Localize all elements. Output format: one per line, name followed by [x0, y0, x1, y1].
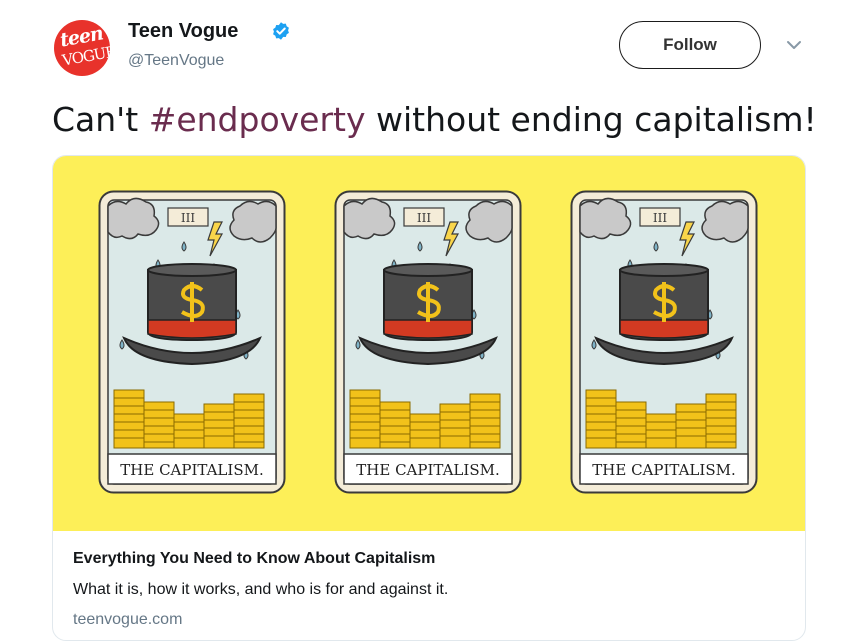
tweet-text-before: Can't	[52, 100, 149, 139]
tweet-text-after: without ending capitalism!	[365, 100, 817, 139]
hashtag-link[interactable]: #endpoverty	[149, 100, 366, 139]
card-domain[interactable]: teenvogue.com	[73, 611, 182, 629]
tarot-numeral: III	[653, 211, 667, 225]
chevron-down-icon[interactable]	[785, 38, 803, 52]
avatar[interactable]: teen VOGUE	[54, 20, 110, 76]
verified-badge-icon	[273, 22, 289, 40]
card-image[interactable]: III THE CAPITALISM. III THE CAPITALISM. …	[53, 156, 805, 531]
link-card[interactable]: III THE CAPITALISM. III THE CAPITALISM. …	[52, 155, 806, 641]
tarot-caption: THE CAPITALISM.	[592, 461, 735, 479]
tarot-card-image: III THE CAPITALISM.	[98, 190, 286, 494]
tarot-card-image: III THE CAPITALISM.	[334, 190, 522, 494]
author-name[interactable]: Teen Vogue	[128, 20, 238, 43]
tarot-card-art	[334, 190, 522, 494]
tarot-caption: THE CAPITALISM.	[356, 461, 499, 479]
tweet-text: Can't #endpoverty without ending capital…	[52, 100, 817, 139]
tarot-numeral: III	[181, 211, 195, 225]
tarot-card-art	[570, 190, 758, 494]
tarot-card-image: III THE CAPITALISM.	[570, 190, 758, 494]
tarot-caption: THE CAPITALISM.	[120, 461, 263, 479]
author-handle[interactable]: @TeenVogue	[128, 52, 224, 70]
card-title[interactable]: Everything You Need to Know About Capita…	[73, 550, 435, 568]
card-description: What it is, how it works, and who is for…	[73, 581, 449, 598]
tarot-numeral: III	[417, 211, 431, 225]
tarot-card-art	[98, 190, 286, 494]
follow-button[interactable]: Follow	[619, 21, 761, 69]
